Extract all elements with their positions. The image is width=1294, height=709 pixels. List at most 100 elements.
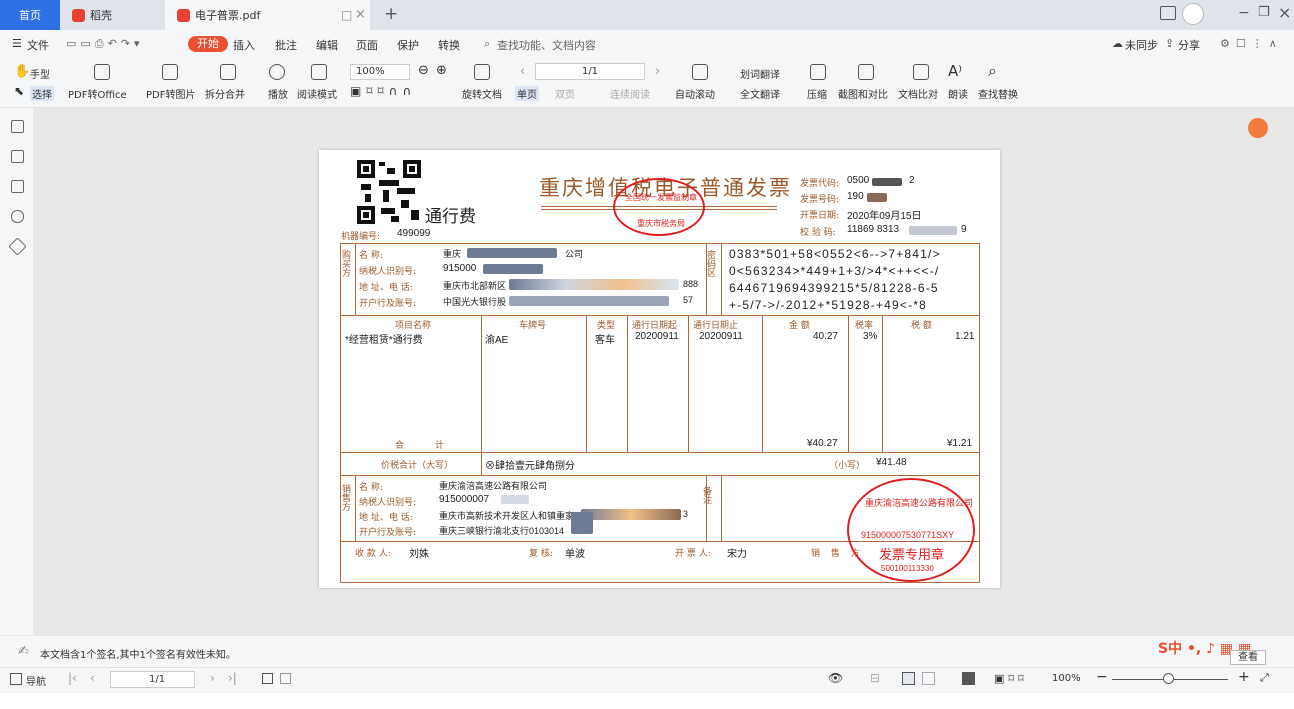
- col-tax-rate: 税率: [855, 321, 874, 331]
- bookmark-icon[interactable]: [11, 120, 24, 133]
- col-date-start: 通行日期起: [632, 321, 678, 331]
- play-mode-icon[interactable]: [962, 672, 975, 685]
- zoom-in-icon[interactable]: ⊕: [436, 63, 447, 78]
- window-layout-icon[interactable]: [1160, 6, 1176, 20]
- signature-icon[interactable]: [8, 237, 27, 256]
- new-tab-icon[interactable]: +: [384, 4, 398, 24]
- reviewer-label: 复 核:: [529, 549, 553, 559]
- bottom-page-input[interactable]: 1/1: [110, 671, 195, 688]
- next-page-icon[interactable]: ›: [655, 64, 660, 79]
- search-icon[interactable]: ⌕: [484, 37, 490, 51]
- zoom-in-bottom-icon[interactable]: +: [1238, 669, 1250, 685]
- quick-access-icons[interactable]: ▭▭⎙↶↷▾: [66, 37, 144, 51]
- eye-protect-icon[interactable]: 👁: [828, 671, 843, 685]
- close-tab-icon[interactable]: ×: [355, 7, 366, 22]
- rotate-doc-button[interactable]: 旋转文档: [462, 86, 502, 101]
- prev-page-icon[interactable]: ‹: [520, 64, 525, 79]
- last-page-icon[interactable]: ›|: [228, 671, 237, 685]
- pdf-to-image-button[interactable]: PDF转图片: [146, 86, 195, 101]
- view-fit-icons[interactable]: ▣⌑⌑∩∩: [350, 84, 416, 98]
- continuous-icon[interactable]: ⊟: [870, 671, 880, 685]
- close-window-icon[interactable]: ×: [1278, 3, 1291, 22]
- continuous-read-button[interactable]: 连续阅读: [610, 86, 650, 101]
- search-input[interactable]: 查找功能、文档内容: [497, 37, 596, 53]
- fullscreen-icon[interactable]: ⤢: [1260, 671, 1269, 685]
- zoom-select[interactable]: 100%: [350, 64, 410, 80]
- item-plate: 渝AE: [485, 335, 509, 346]
- menu-protect[interactable]: 保护: [397, 37, 419, 53]
- menu-page[interactable]: 页面: [356, 37, 378, 53]
- read-mode-button[interactable]: 阅读模式: [297, 86, 337, 101]
- menu-annotate[interactable]: 批注: [275, 37, 297, 53]
- read-aloud-button[interactable]: 朗读: [948, 86, 968, 101]
- double-page-button[interactable]: 双页: [555, 86, 575, 101]
- screenshot-compare-button[interactable]: 截图和对比: [838, 86, 888, 101]
- next-page-bottom-icon[interactable]: ›: [210, 671, 215, 685]
- prev-page-bottom-icon[interactable]: ‹: [90, 671, 95, 685]
- view-button[interactable]: 查看: [1230, 650, 1266, 665]
- menu-start[interactable]: 开始: [188, 36, 228, 52]
- comment-icon[interactable]: [11, 180, 24, 193]
- menu-icon[interactable]: ☰: [12, 37, 22, 50]
- buyer-addr-label: 地 址、电 话:: [359, 283, 413, 293]
- select-tool-button[interactable]: 选择: [30, 86, 54, 101]
- cipher-line: +-5/7->/-2012+*51928-+49<-*8: [729, 298, 928, 312]
- nav-button[interactable]: 导航: [26, 673, 46, 688]
- read-aloud-icon: A⁾: [948, 62, 962, 80]
- avatar[interactable]: [1182, 3, 1204, 25]
- zoom-out-icon[interactable]: ⊖: [418, 63, 429, 78]
- zoom-slider-handle[interactable]: [1163, 673, 1174, 684]
- translate-full-button[interactable]: 全文翻译: [740, 86, 780, 101]
- buyer-address-tail: 888: [683, 279, 699, 289]
- floating-tool-icon[interactable]: [1248, 118, 1268, 138]
- item-date-start: 20200911: [635, 331, 679, 342]
- share-button[interactable]: 分享: [1178, 37, 1200, 53]
- fit-left-icon[interactable]: [262, 673, 273, 684]
- bottom-zoom-value[interactable]: 100%: [1052, 673, 1081, 684]
- check-code-tail: 9: [961, 224, 967, 235]
- minimize-icon[interactable]: −: [1238, 5, 1250, 21]
- zoom-out-bottom-icon[interactable]: −: [1096, 669, 1108, 685]
- page-number-input[interactable]: 1/1: [535, 63, 645, 80]
- find-replace-icon: ⌕: [988, 61, 997, 80]
- daoke-logo-icon: [72, 8, 85, 22]
- tab-pin-icon[interactable]: □: [341, 8, 352, 22]
- cipher-line: 0383*501+58<0552<6-->7+841/>: [729, 247, 941, 261]
- find-replace-button[interactable]: 查找替换: [978, 86, 1018, 101]
- buyer-name: 重庆: [443, 249, 462, 259]
- tax-total-label: 价税合计（大写）: [381, 461, 454, 471]
- tab-document[interactable]: 电子普票.pdf □ ×: [165, 0, 370, 30]
- first-page-icon[interactable]: |‹: [68, 671, 77, 685]
- screenshot-compare-icon: [858, 64, 874, 80]
- fit-right-icon[interactable]: [280, 673, 291, 684]
- compress-button[interactable]: 压缩: [807, 86, 827, 101]
- doc-compare-button[interactable]: 文档比对: [898, 86, 938, 101]
- single-page-icon[interactable]: [902, 672, 915, 685]
- menu-convert[interactable]: 转换: [438, 37, 460, 53]
- attachment-icon[interactable]: [11, 210, 24, 223]
- play-icon: [269, 64, 285, 80]
- single-page-button[interactable]: 单页: [515, 86, 539, 101]
- tab-home[interactable]: 首页: [0, 0, 60, 30]
- thumbnail-icon[interactable]: [11, 150, 24, 163]
- double-page-icon[interactable]: [922, 672, 935, 685]
- buyer-name-tail: 公司: [565, 249, 584, 259]
- auto-scroll-button[interactable]: 自动滚动: [675, 86, 715, 101]
- pdf-to-office-button[interactable]: PDF转Office: [68, 86, 127, 101]
- translate-word-button[interactable]: 划词翻译: [740, 66, 780, 81]
- play-button[interactable]: 播放: [268, 86, 288, 101]
- tab-daoke[interactable]: 稻壳: [60, 0, 165, 30]
- restore-icon[interactable]: ❐: [1258, 5, 1270, 20]
- sync-status[interactable]: 未同步: [1125, 37, 1158, 53]
- menu-edit[interactable]: 编辑: [316, 37, 338, 53]
- split-merge-button[interactable]: 拆分合并: [205, 86, 245, 101]
- qr-code: [357, 160, 421, 224]
- fit-mode-icons[interactable]: ▣⌑⌑: [994, 672, 1028, 685]
- hand-tool-button[interactable]: 手型: [30, 66, 50, 81]
- menu-file[interactable]: 文件: [27, 37, 49, 53]
- menu-insert[interactable]: 插入: [233, 37, 255, 53]
- invoice-code: 0500: [847, 175, 870, 186]
- doc-compare-icon: [913, 64, 929, 80]
- menu-extra-icons[interactable]: ⚙☐⋮∧: [1220, 37, 1283, 50]
- invoice-number-label: 发票号码:: [800, 195, 840, 205]
